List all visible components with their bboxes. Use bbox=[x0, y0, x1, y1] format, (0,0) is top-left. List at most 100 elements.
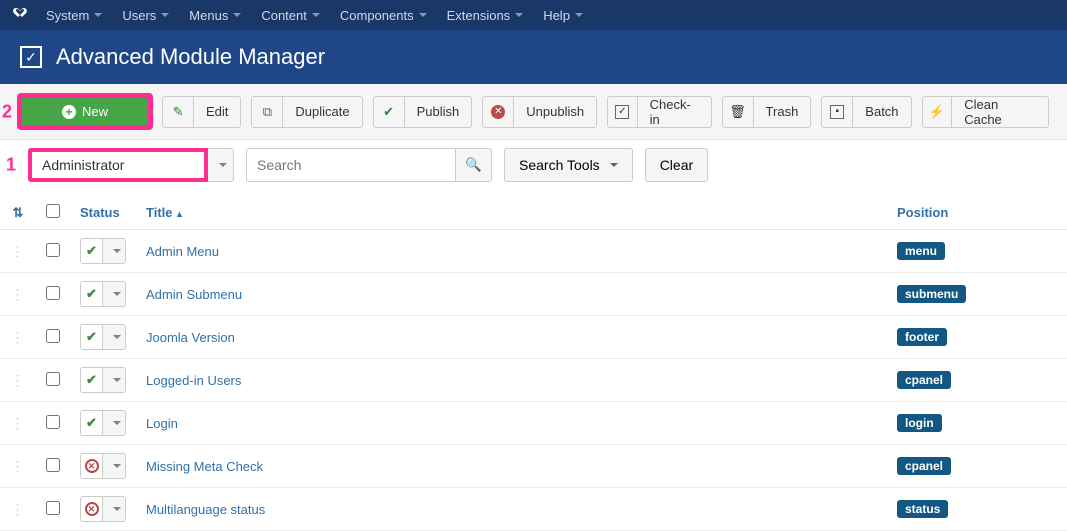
nav-item-content[interactable]: Content bbox=[251, 0, 330, 30]
status-dropdown[interactable] bbox=[103, 239, 125, 263]
published-icon: ✔ bbox=[86, 243, 97, 259]
chevron-down-icon bbox=[161, 13, 169, 17]
status-toggle[interactable]: ✕ bbox=[80, 496, 126, 522]
row-checkbox[interactable] bbox=[46, 329, 60, 343]
trash-icon: 🗑 bbox=[729, 104, 746, 120]
status-toggle[interactable]: ✔ bbox=[80, 281, 126, 307]
joomla-logo-icon[interactable] bbox=[12, 7, 28, 23]
table-row: ⋮✔Admin Menumenu bbox=[0, 230, 1067, 273]
page-header: ✓ Advanced Module Manager bbox=[0, 30, 1067, 84]
publish-button[interactable]: ✔ Publish bbox=[373, 96, 473, 128]
row-checkbox[interactable] bbox=[46, 458, 60, 472]
chevron-down-icon bbox=[312, 13, 320, 17]
table-row: ⋮ ✔ Admin Submenu submenu bbox=[0, 273, 1067, 316]
clear-button[interactable]: Clear bbox=[645, 148, 708, 182]
duplicate-icon: ⧉ bbox=[263, 104, 272, 120]
unpublish-button[interactable]: ✕ Unpublish bbox=[482, 96, 597, 128]
batch-button[interactable]: ▪ Batch bbox=[821, 96, 911, 128]
position-badge: footer bbox=[897, 328, 947, 346]
module-title-link[interactable]: Missing Meta Check bbox=[146, 459, 263, 474]
drag-handle-icon[interactable]: ⋮ bbox=[11, 501, 26, 517]
client-select[interactable]: Administrator bbox=[28, 148, 208, 182]
clean-cache-icon: ⚡ bbox=[929, 104, 945, 120]
status-dropdown[interactable] bbox=[103, 282, 125, 306]
status-dropdown[interactable] bbox=[103, 411, 125, 435]
checkin-button[interactable]: ✓ Check-in bbox=[607, 96, 711, 128]
row-checkbox[interactable] bbox=[46, 286, 60, 300]
drag-handle-icon[interactable]: ⋮ bbox=[11, 286, 26, 302]
published-icon: ✔ bbox=[86, 415, 97, 431]
sort-order-header[interactable] bbox=[0, 196, 36, 230]
module-title-link[interactable]: Admin Submenu bbox=[146, 287, 242, 302]
search-button[interactable]: 🔍 bbox=[456, 148, 492, 182]
edit-icon: ✎ bbox=[173, 104, 184, 120]
nav-item-menus[interactable]: Menus bbox=[179, 0, 251, 30]
status-toggle[interactable]: ✔ bbox=[80, 367, 126, 393]
status-toggle[interactable]: ✔ bbox=[80, 238, 126, 264]
publish-icon: ✔ bbox=[383, 104, 394, 120]
status-toggle[interactable]: ✕ bbox=[80, 453, 126, 479]
status-toggle[interactable]: ✔ bbox=[80, 324, 126, 350]
top-navbar: SystemUsersMenusContentComponentsExtensi… bbox=[0, 0, 1067, 30]
modules-table: Status Title Position ⋮✔Admin Menumenu⋮✔… bbox=[0, 196, 1067, 531]
published-icon: ✔ bbox=[86, 372, 97, 388]
status-dropdown[interactable] bbox=[103, 325, 125, 349]
status-dropdown[interactable] bbox=[103, 368, 125, 392]
status-dropdown[interactable] bbox=[103, 454, 125, 478]
row-checkbox[interactable] bbox=[46, 372, 60, 386]
trash-button[interactable]: 🗑 Trash bbox=[722, 96, 812, 128]
position-badge: login bbox=[897, 414, 942, 432]
position-badge: submenu bbox=[897, 285, 966, 303]
module-title-link[interactable]: Login bbox=[146, 416, 178, 431]
nav-item-components[interactable]: Components bbox=[330, 0, 437, 30]
table-row: ⋮ ✔ Joomla Version footer bbox=[0, 316, 1067, 359]
nav-item-users[interactable]: Users bbox=[112, 0, 179, 30]
module-manager-icon: ✓ bbox=[20, 46, 42, 68]
module-title-link[interactable]: Admin Menu bbox=[146, 244, 219, 259]
table-row: ⋮ ✕ Missing Meta Check cpanel bbox=[0, 445, 1067, 488]
published-icon: ✔ bbox=[86, 286, 97, 302]
search-tools-button[interactable]: Search Tools bbox=[504, 148, 633, 182]
status-dropdown[interactable] bbox=[103, 497, 125, 521]
plus-icon: + bbox=[62, 105, 76, 119]
duplicate-button[interactable]: ⧉ Duplicate bbox=[251, 96, 362, 128]
table-row: ⋮ ✔ Login login bbox=[0, 402, 1067, 445]
status-toggle[interactable]: ✔ bbox=[80, 410, 126, 436]
select-all-checkbox[interactable] bbox=[46, 204, 60, 218]
position-header[interactable]: Position bbox=[887, 196, 1067, 230]
published-icon: ✔ bbox=[86, 329, 97, 345]
drag-handle-icon[interactable]: ⋮ bbox=[11, 243, 26, 259]
batch-icon: ▪ bbox=[830, 105, 844, 119]
module-title-link[interactable]: Logged-in Users bbox=[146, 373, 241, 388]
row-checkbox[interactable] bbox=[46, 415, 60, 429]
title-header[interactable]: Title bbox=[136, 196, 887, 230]
row-checkbox[interactable] bbox=[46, 243, 60, 257]
nav-item-extensions[interactable]: Extensions bbox=[437, 0, 534, 30]
drag-handle-icon[interactable]: ⋮ bbox=[11, 329, 26, 345]
nav-item-system[interactable]: System bbox=[36, 0, 112, 30]
position-badge: cpanel bbox=[897, 371, 951, 389]
table-row: ⋮ ✔ Logged-in Users cpanel bbox=[0, 359, 1067, 402]
client-select-caret[interactable] bbox=[208, 148, 234, 182]
search-input[interactable] bbox=[246, 148, 456, 182]
filter-bar: 1 Administrator 🔍 Search Tools Clear bbox=[0, 140, 1067, 190]
chevron-down-icon bbox=[610, 163, 618, 167]
chevron-down-icon bbox=[233, 13, 241, 17]
clean-cache-button[interactable]: ⚡ Clean Cache bbox=[922, 96, 1049, 128]
annotation-marker-1: 1 bbox=[6, 155, 16, 176]
new-button[interactable]: + New bbox=[18, 94, 152, 129]
table-row: ⋮✕Multilanguage statusstatus bbox=[0, 488, 1067, 531]
drag-handle-icon[interactable]: ⋮ bbox=[11, 458, 26, 474]
drag-handle-icon[interactable]: ⋮ bbox=[11, 415, 26, 431]
select-all-header[interactable] bbox=[36, 196, 70, 230]
edit-button[interactable]: ✎ Edit bbox=[162, 96, 241, 128]
row-checkbox[interactable] bbox=[46, 501, 60, 515]
module-title-link[interactable]: Multilanguage status bbox=[146, 502, 265, 517]
status-header[interactable]: Status bbox=[70, 196, 136, 230]
module-title-link[interactable]: Joomla Version bbox=[146, 330, 235, 345]
position-badge: cpanel bbox=[897, 457, 951, 475]
search-icon: 🔍 bbox=[465, 157, 482, 173]
unpublish-icon: ✕ bbox=[491, 105, 505, 119]
nav-item-help[interactable]: Help bbox=[533, 0, 593, 30]
drag-handle-icon[interactable]: ⋮ bbox=[11, 372, 26, 388]
